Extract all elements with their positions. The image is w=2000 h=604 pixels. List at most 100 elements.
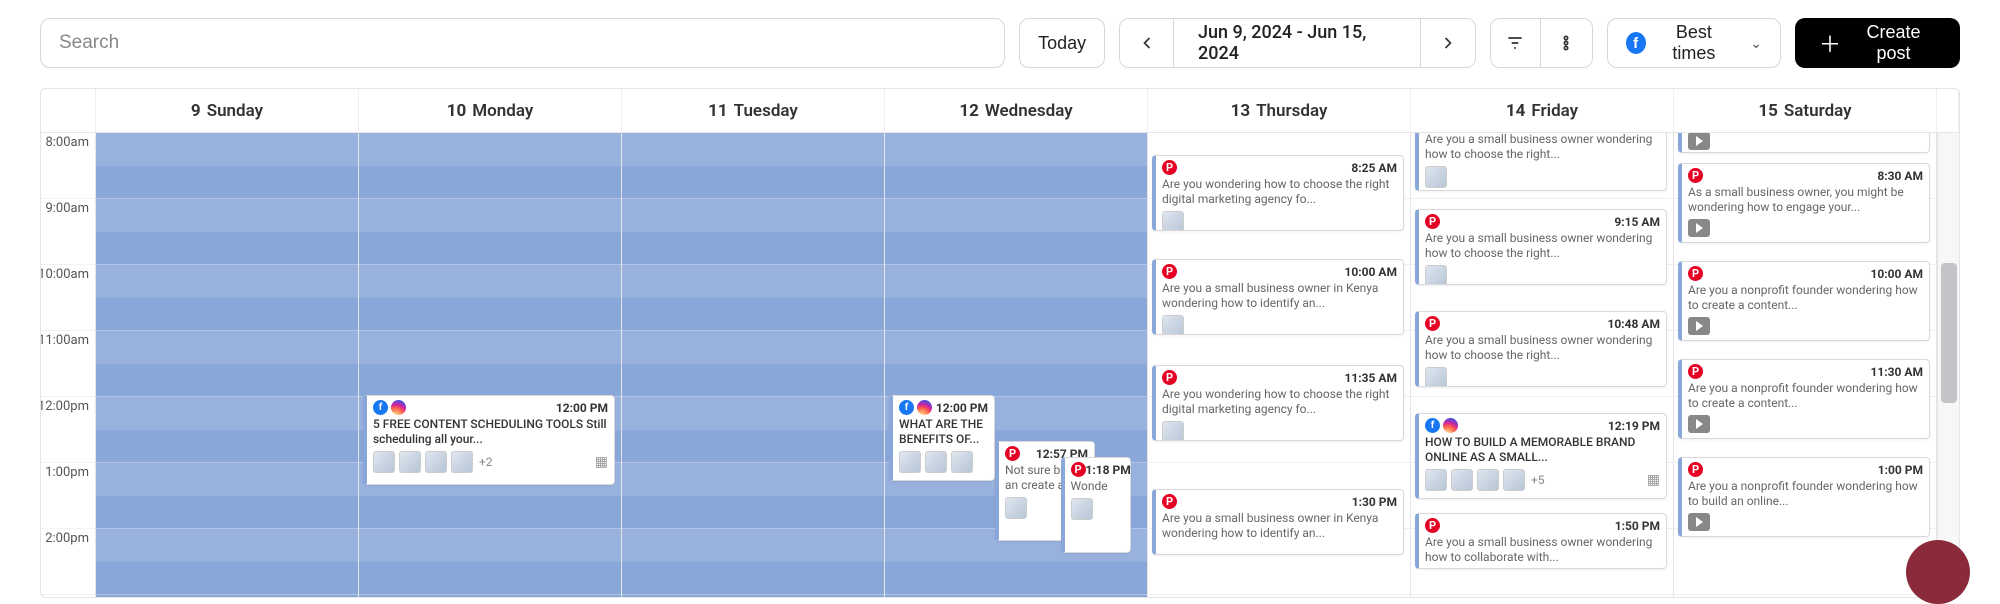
- prev-week-button[interactable]: [1120, 19, 1174, 67]
- create-post-button[interactable]: ＋ Create post: [1795, 18, 1960, 68]
- event-card[interactable]: f 12:00 PM 5 FREE CONTENT SCHEDULING TOOL…: [363, 395, 615, 485]
- day-col-fri[interactable]: Are you a small business owner wondering…: [1411, 133, 1674, 597]
- thumb: [1451, 469, 1473, 491]
- event-time: 12:00 PM: [556, 401, 608, 415]
- event-card[interactable]: P1:00 PM Are you a nonprofit founder won…: [1678, 457, 1930, 537]
- thumb: [399, 451, 421, 473]
- event-card[interactable]: P8:25 AM Are you wondering how to choose…: [1152, 155, 1404, 231]
- best-times-label: Best times: [1656, 22, 1733, 64]
- time-label: 9:00am: [41, 199, 95, 265]
- scrollbar-thumb[interactable]: [1941, 263, 1957, 403]
- time-column: 8:00am 9:00am 10:00am 11:00am 12:00pm 1:…: [41, 133, 96, 597]
- event-card[interactable]: P9:15 AM Are you a small business owner …: [1415, 209, 1667, 285]
- chevron-left-icon: [1137, 33, 1157, 53]
- pinterest-icon: P: [1162, 264, 1177, 279]
- event-card[interactable]: Are you a small business owner wondering…: [1415, 133, 1667, 191]
- kebab-icon: [1556, 33, 1576, 53]
- event-text: 5 FREE CONTENT SCHEDULING TOOLS Still sc…: [373, 417, 608, 447]
- day-header-mon: 10Monday: [359, 89, 622, 132]
- event-card[interactable]: f 12:19 PM HOW TO BUILD A MEMORABLE BRAND…: [1415, 413, 1667, 499]
- more-options-button[interactable]: [1541, 19, 1592, 67]
- event-text: Are you a small business owner wondering…: [1425, 535, 1660, 565]
- day-col-wed[interactable]: f 12:00 PM WHAT ARE THE BENEFITS OF... P1…: [885, 133, 1148, 597]
- pinterest-icon: P: [1005, 446, 1020, 461]
- event-card[interactable]: f 12:00 PM WHAT ARE THE BENEFITS OF...: [889, 395, 995, 481]
- event-text: Are you a small business owner wondering…: [1425, 333, 1660, 363]
- thumb: [451, 451, 473, 473]
- thumb: [425, 451, 447, 473]
- instagram-icon: [1443, 418, 1458, 433]
- date-range-label[interactable]: Jun 9, 2024 - Jun 15, 2024: [1174, 19, 1421, 67]
- event-time: 1:30 PM: [1352, 495, 1397, 509]
- event-card[interactable]: [1678, 133, 1930, 153]
- thumb: [1425, 166, 1447, 188]
- event-time: 9:15 AM: [1614, 215, 1660, 229]
- instagram-icon: [391, 400, 406, 415]
- thumb: [373, 451, 395, 473]
- pinterest-icon: P: [1425, 316, 1440, 331]
- chevron-down-icon: ⌄: [1750, 35, 1762, 52]
- thumb: [1425, 469, 1447, 491]
- time-label: 12:00pm: [41, 397, 95, 463]
- event-time: 12:19 PM: [1608, 419, 1660, 433]
- filter-button[interactable]: [1491, 19, 1542, 67]
- day-col-mon[interactable]: f 12:00 PM 5 FREE CONTENT SCHEDULING TOOL…: [359, 133, 622, 597]
- event-text: WHAT ARE THE BENEFITS OF...: [899, 417, 988, 447]
- play-icon: [1688, 513, 1710, 531]
- day-col-sun[interactable]: [96, 133, 359, 597]
- day-header-sat: 15Saturday: [1674, 89, 1937, 132]
- event-card[interactable]: P8:30 AM As a small business owner, you …: [1678, 163, 1930, 243]
- event-card[interactable]: P1:30 PM Are you a small business owner …: [1152, 489, 1404, 555]
- thumb: [1425, 265, 1447, 285]
- today-button[interactable]: Today: [1019, 18, 1105, 68]
- help-fab[interactable]: [1906, 540, 1970, 604]
- day-header-wed: 12Wednesday: [885, 89, 1148, 132]
- event-card[interactable]: P10:48 AM Are you a small business owner…: [1415, 311, 1667, 387]
- time-label: 2:00pm: [41, 529, 95, 595]
- event-text: Are you a small business owner wondering…: [1425, 231, 1660, 261]
- facebook-icon: f: [1626, 32, 1646, 54]
- play-icon: [1688, 133, 1710, 150]
- event-card[interactable]: P 11:35 AM Are you wondering how to choos…: [1152, 365, 1404, 441]
- scrollbar[interactable]: [1937, 133, 1959, 597]
- facebook-icon: f: [373, 400, 388, 415]
- day-col-sat[interactable]: P8:30 AM As a small business owner, you …: [1674, 133, 1937, 597]
- event-card[interactable]: P11:30 AM Are you a nonprofit founder wo…: [1678, 359, 1930, 439]
- time-label: 11:00am: [41, 331, 95, 397]
- pinterest-icon: P: [1425, 518, 1440, 533]
- day-header-thu: 13Thursday: [1148, 89, 1411, 132]
- thumb: [1162, 421, 1184, 441]
- event-time: 8:30 AM: [1877, 169, 1923, 183]
- day-col-tue[interactable]: [622, 133, 885, 597]
- event-card[interactable]: P 1:50 PM Are you a small business owner …: [1415, 513, 1667, 569]
- thumb: [1425, 367, 1447, 387]
- event-card[interactable]: P 10:00 AM Are you a small business owner…: [1152, 259, 1404, 335]
- next-week-button[interactable]: [1421, 19, 1475, 67]
- event-text: Are you a small business owner in Kenya …: [1162, 511, 1397, 541]
- thumb: [1162, 315, 1184, 335]
- event-time: 12:00 PM: [936, 401, 988, 415]
- event-card[interactable]: P10:00 AM Are you a nonprofit founder wo…: [1678, 261, 1930, 341]
- event-text: Are you a nonprofit founder wondering ho…: [1688, 283, 1923, 313]
- event-time: 11:35 AM: [1345, 371, 1397, 385]
- event-card[interactable]: P1:18 PM Wonde: [1061, 457, 1131, 553]
- search-input[interactable]: [40, 18, 1005, 68]
- event-text: HOW TO BUILD A MEMORABLE BRAND ONLINE AS…: [1425, 435, 1660, 465]
- facebook-icon: f: [899, 400, 914, 415]
- instagram-icon: [917, 400, 932, 415]
- facebook-icon: f: [1425, 418, 1440, 433]
- event-time: 1:50 PM: [1615, 519, 1660, 533]
- event-text: Are you wondering how to choose the righ…: [1162, 387, 1397, 417]
- calendar-body[interactable]: 8:00am 9:00am 10:00am 11:00am 12:00pm 1:…: [41, 133, 1959, 597]
- event-time: 10:00 AM: [1345, 265, 1397, 279]
- best-times-button[interactable]: f Best times ⌄: [1607, 18, 1781, 68]
- filter-icon: [1505, 33, 1525, 53]
- time-label: 1:00pm: [41, 463, 95, 529]
- more-count: +5: [1531, 473, 1545, 487]
- event-text: Are you a nonprofit founder wondering ho…: [1688, 381, 1923, 411]
- pinterest-icon: P: [1162, 370, 1177, 385]
- event-text: Are you a small business owner in Kenya …: [1162, 281, 1397, 311]
- event-time: 8:25 AM: [1351, 161, 1397, 175]
- day-col-thu[interactable]: P 8:25 AM Are you wondering how to choose…: [1148, 133, 1411, 597]
- event-text: Are you a small business owner wondering…: [1425, 133, 1660, 162]
